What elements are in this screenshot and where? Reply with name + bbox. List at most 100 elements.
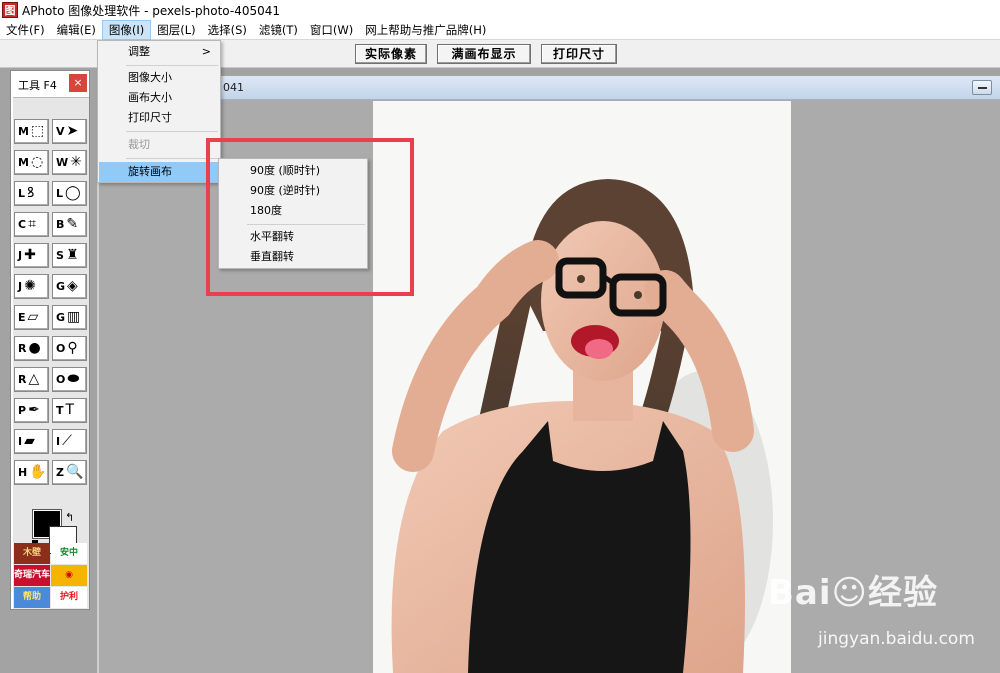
- tool-shortcut-key: O: [56, 342, 66, 355]
- tool-brush-button[interactable]: B ✎: [52, 212, 87, 237]
- tool-shortcut-key: R: [18, 342, 27, 355]
- tool-shortcut-key: C: [18, 218, 27, 231]
- promo-logo[interactable]: ◉: [51, 565, 87, 586]
- tools-panel: 工具 F4 × M ⬚ V ➤ M ◌ W ✳ Lꝸ L ◯ C ⌗ B ✎ J ✚ S ♜ J ✺ G ◈ E ▱ G ▥ R ● O ⚲…: [10, 70, 90, 610]
- menu-window[interactable]: 窗口(W): [304, 20, 359, 40]
- move-icon: ➤: [66, 123, 79, 139]
- tool-shortcut-key: I: [18, 435, 23, 448]
- tool-blur-drop-button[interactable]: R ●: [14, 336, 49, 361]
- gradient-icon: ▥: [67, 309, 81, 325]
- sharpen-icon: △: [28, 371, 40, 387]
- menu-image[interactable]: 图像(I): [101, 19, 152, 40]
- menu-separator: [126, 131, 218, 132]
- menu-file[interactable]: 文件(F): [0, 20, 51, 40]
- tool-move-button[interactable]: V ➤: [52, 119, 87, 144]
- tool-shortcut-key: R: [18, 373, 27, 386]
- tool-ruler-button[interactable]: I ▰: [14, 429, 49, 454]
- fit-canvas-button[interactable]: 满画布显示: [437, 44, 531, 64]
- tool-patch-button[interactable]: J ✺: [14, 274, 49, 299]
- rect-marquee-icon: ⬚: [30, 123, 45, 139]
- menu-item-rotate-canvas[interactable]: 旋转画布: [99, 162, 219, 182]
- text-icon: T: [65, 402, 75, 418]
- bandage-icon: ✚: [24, 247, 36, 263]
- tool-shortcut-key: E: [18, 311, 26, 324]
- stamp-icon: ♜: [65, 247, 79, 263]
- patch-icon: ✺: [24, 278, 36, 294]
- menu-select[interactable]: 选择(S): [202, 20, 253, 40]
- tools-panel-body: M ⬚ V ➤ M ◌ W ✳ Lꝸ L ◯ C ⌗ B ✎ J ✚ S ♜ J ✺ G ◈ E ▱ G ▥ R ● O ⚲ R △ O ⬬ P ✒ T T…: [13, 97, 89, 609]
- tool-hand-button[interactable]: H ✋: [14, 460, 49, 485]
- pen-icon: ✒: [28, 402, 40, 418]
- document-minimize-button[interactable]: [972, 80, 992, 95]
- tool-gradient-button[interactable]: G ▥: [52, 305, 87, 330]
- print-size-button[interactable]: 打印尺寸: [541, 44, 617, 64]
- tool-zoom-button[interactable]: Z 🔍: [52, 460, 87, 485]
- tool-shortcut-key: V: [56, 125, 65, 138]
- magic-wand-icon: ✳: [70, 154, 82, 170]
- menu-item-adjust-label: 调整: [128, 45, 150, 58]
- tool-shortcut-key: B: [56, 218, 65, 231]
- tool-eraser-button[interactable]: E ▱: [14, 305, 49, 330]
- menu-item-image-size[interactable]: 图像大小: [99, 68, 219, 88]
- tool-sponge-button[interactable]: O ⬬: [52, 367, 87, 392]
- tool-magic-wand-button[interactable]: W ✳: [52, 150, 87, 175]
- tool-shortcut-key: J: [18, 249, 23, 262]
- image-menu-dropdown: 调整 > 图像大小 画布大小 打印尺寸 裁切 旋转画布: [97, 40, 221, 183]
- paint-bucket-icon: ◈: [67, 278, 78, 294]
- image-canvas[interactable]: [373, 101, 791, 673]
- brush-icon: ✎: [66, 216, 79, 232]
- zoom-icon: 🔍: [65, 464, 84, 480]
- menu-separator: [126, 158, 218, 159]
- promo-logo[interactable]: 帮助: [14, 587, 50, 608]
- actual-pixels-button[interactable]: 实际像素: [355, 44, 427, 64]
- tools-panel-header[interactable]: 工具 F4 ×: [11, 71, 89, 95]
- swap-colors-icon[interactable]: ↰: [65, 511, 74, 524]
- tool-shortcut-key: P: [18, 404, 27, 417]
- tool-shortcut-key: L: [56, 187, 64, 200]
- promo-logo[interactable]: 奇瑞汽车: [14, 565, 50, 586]
- tool-dodge-button[interactable]: O ⚲: [52, 336, 87, 361]
- document-title-bar[interactable]: 041: [99, 76, 1000, 100]
- tool-sharpen-button[interactable]: R △: [14, 367, 49, 392]
- promo-logo[interactable]: 木壁: [14, 543, 50, 564]
- menu-help[interactable]: 网上帮助与推广品牌(H): [359, 20, 492, 40]
- tool-shortcut-key: G: [56, 280, 66, 293]
- sponge-icon: ⬬: [67, 371, 80, 387]
- menu-edit[interactable]: 编辑(E): [51, 20, 102, 40]
- tool-shortcut-key: M: [18, 125, 29, 138]
- menu-filter[interactable]: 滤镜(T): [253, 20, 304, 40]
- tool-stamp-button[interactable]: S ♜: [52, 243, 87, 268]
- crop-icon: ⌗: [28, 216, 36, 232]
- tool-paint-bucket-button[interactable]: G ◈: [52, 274, 87, 299]
- tool-polygon-lasso-button[interactable]: L ◯: [52, 181, 87, 206]
- menu-layer[interactable]: 图层(L): [151, 20, 201, 40]
- tool-shortcut-key: L: [18, 187, 26, 200]
- hand-icon: ✋: [29, 464, 47, 480]
- lasso-icon: ꝸ: [27, 185, 35, 201]
- promo-logo[interactable]: 护利: [51, 587, 87, 608]
- tool-pen-button[interactable]: P ✒: [14, 398, 49, 423]
- ellipse-marquee-icon: ◌: [30, 154, 44, 170]
- baidu-jingyan-watermark: Bai☺经验 jingyan.baidu.com: [760, 565, 990, 655]
- tool-text-button[interactable]: TT: [52, 398, 87, 423]
- menu-bar: 文件(F) 编辑(E) 图像(I) 图层(L) 选择(S) 滤镜(T) 窗口(W…: [0, 19, 1000, 40]
- promo-logo[interactable]: 安中: [51, 543, 87, 564]
- tool-crop-button[interactable]: C ⌗: [14, 212, 49, 237]
- watermark-url: jingyan.baidu.com: [818, 629, 975, 649]
- menu-item-canvas-size[interactable]: 画布大小: [99, 88, 219, 108]
- tool-shortcut-key: S: [56, 249, 64, 262]
- tool-lasso-button[interactable]: Lꝸ: [14, 181, 49, 206]
- watermark-logo: Bai☺经验: [768, 573, 938, 613]
- tool-rect-marquee-button[interactable]: M ⬚: [14, 119, 49, 144]
- document-title: 041: [223, 81, 244, 94]
- tool-ellipse-marquee-button[interactable]: M ◌: [14, 150, 49, 175]
- tool-shortcut-key: I: [56, 435, 61, 448]
- tool-bandage-button[interactable]: J ✚: [14, 243, 49, 268]
- submenu-arrow-icon: >: [201, 45, 211, 58]
- tool-eyedropper-button[interactable]: I ⟋: [52, 429, 87, 454]
- tool-shortcut-key: W: [56, 156, 69, 169]
- tools-panel-close-button[interactable]: ×: [69, 74, 87, 92]
- menu-item-print-size[interactable]: 打印尺寸: [99, 108, 219, 128]
- menu-item-crop: 裁切: [128, 138, 150, 151]
- menu-item-adjust[interactable]: 调整 >: [99, 42, 219, 62]
